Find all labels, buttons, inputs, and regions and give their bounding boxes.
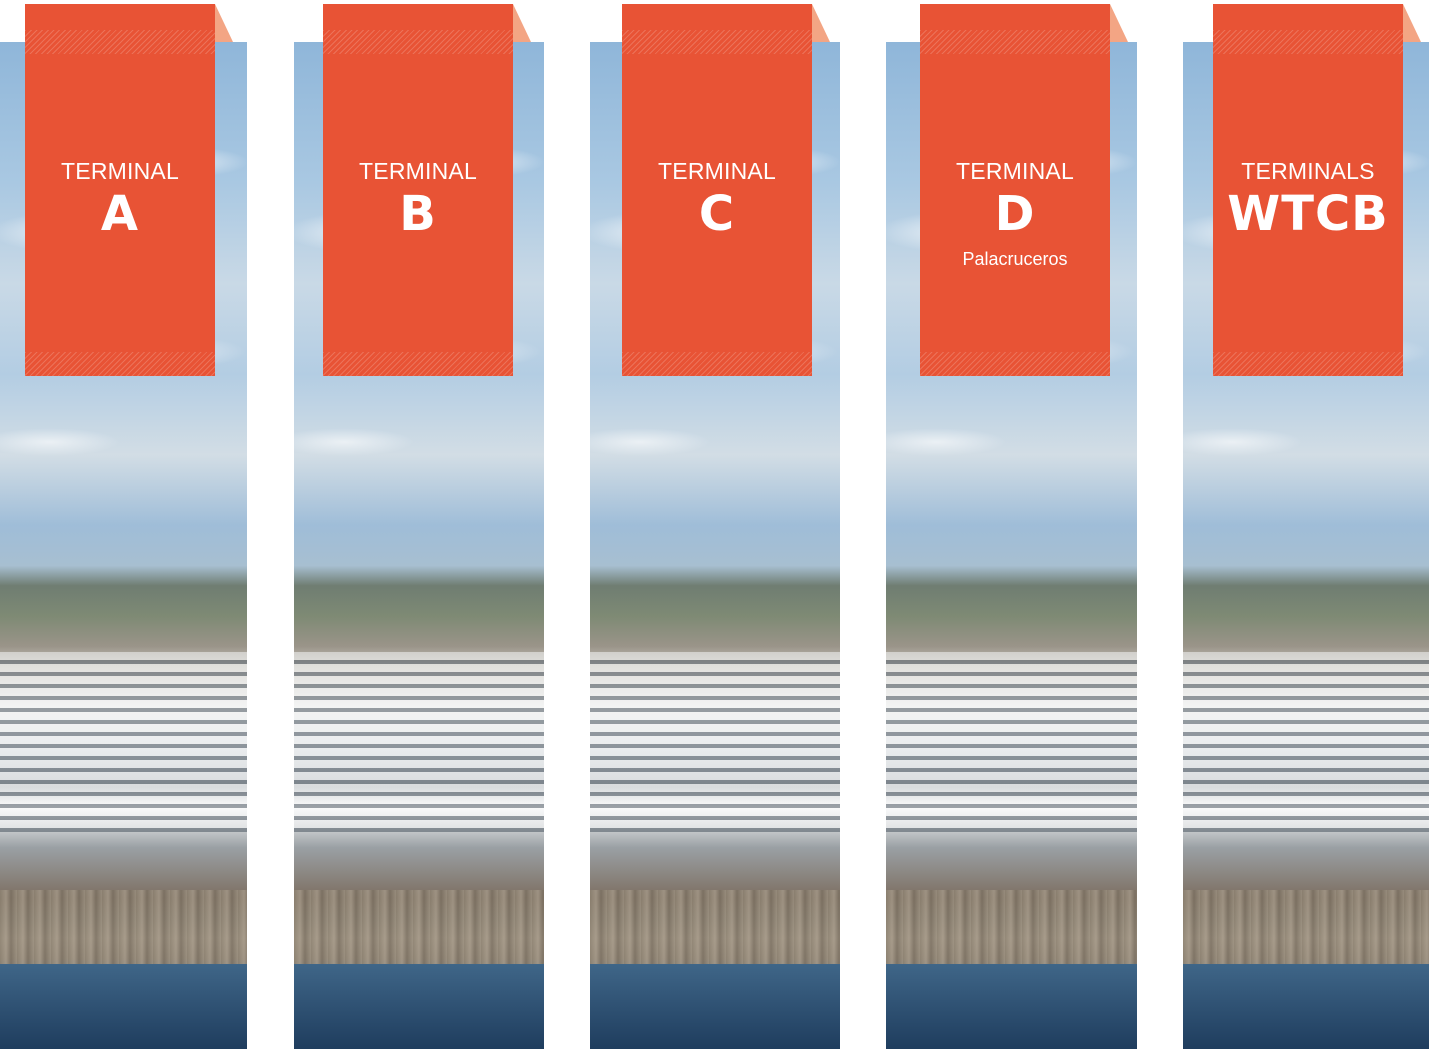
cruise-ship — [0, 652, 247, 832]
terminal-subtitle: Palacruceros — [962, 249, 1068, 269]
breakwater — [1183, 890, 1429, 970]
terminal-a-banner: TERMINAL A — [25, 4, 215, 376]
terminal-code: WTCB — [1227, 186, 1389, 242]
ribbon-fold — [513, 4, 531, 42]
breakwater — [0, 890, 247, 970]
sea — [1183, 964, 1429, 1049]
terminals-wtcb-banner: TERMINALS WTCB — [1213, 4, 1403, 376]
breakwater — [294, 890, 544, 970]
breakwater — [590, 890, 840, 970]
ribbon-fold — [812, 4, 830, 42]
cruise-ship — [1183, 652, 1429, 832]
ribbon-fold — [1110, 4, 1128, 42]
terminal-code: C — [698, 186, 736, 242]
sea — [886, 964, 1137, 1049]
terminal-label: TERMINAL — [956, 158, 1074, 184]
breakwater — [886, 890, 1137, 970]
cruise-ship — [886, 652, 1137, 832]
cruise-ship — [294, 652, 544, 832]
terminal-label: TERMINALS — [1241, 158, 1375, 184]
terminal-code: B — [399, 186, 437, 242]
sea — [590, 964, 840, 1049]
terminal-code: D — [994, 186, 1036, 242]
sea — [294, 964, 544, 1049]
terminal-b-banner: TERMINAL B — [323, 4, 513, 376]
sea — [0, 964, 247, 1049]
terminal-label: TERMINAL — [359, 158, 477, 184]
terminal-label: TERMINAL — [658, 158, 776, 184]
ribbon-fold — [1403, 4, 1421, 42]
terminal-label: TERMINAL — [61, 158, 179, 184]
terminal-code: A — [100, 186, 140, 242]
cruise-ship — [590, 652, 840, 832]
ribbon-fold — [215, 4, 233, 42]
terminal-d-banner: TERMINAL D Palacruceros — [920, 4, 1110, 376]
terminal-c-banner: TERMINAL C — [622, 4, 812, 376]
